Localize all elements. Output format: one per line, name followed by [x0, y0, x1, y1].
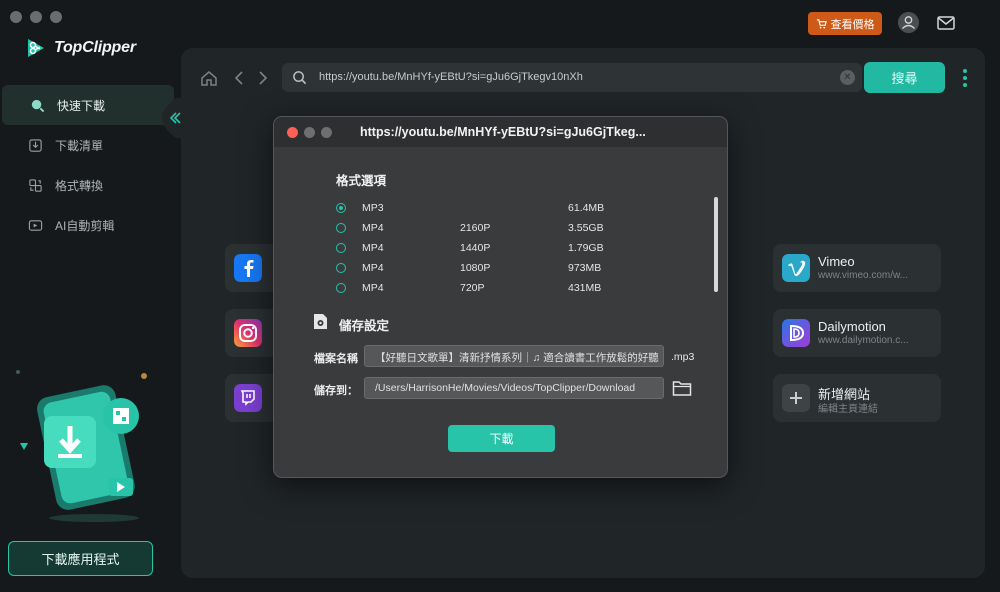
home-icon[interactable]: [200, 69, 218, 87]
format-option-row[interactable]: MP4 1080P 973MB: [336, 261, 676, 281]
format-option-row[interactable]: MP4 2160P 3.55GB: [336, 221, 676, 241]
radio-button[interactable]: [336, 203, 346, 213]
dailymotion-icon: [782, 319, 810, 347]
download-app-button[interactable]: 下載應用程式: [8, 541, 153, 576]
sidebar-item-ai-edit[interactable]: AI自動剪輯: [0, 205, 172, 245]
sidebar-item-format-convert[interactable]: 格式轉換: [0, 165, 172, 205]
sidebar-item-label: 格式轉換: [55, 178, 104, 193]
site-card-dailymotion[interactable]: Dailymotion www.dailymotion.c...: [773, 309, 941, 357]
dialog-titlebar: https://youtu.be/MnHYf-yEBtU?si=gJu6GjTk…: [274, 117, 727, 147]
clear-url-icon[interactable]: ✕: [840, 70, 855, 85]
format-section-title: 格式選項: [336, 174, 387, 188]
format-option-row[interactable]: MP4 1440P 1.79GB: [336, 241, 676, 261]
search-button[interactable]: 搜尋: [864, 62, 945, 93]
view-price-label: 查看價格: [830, 18, 875, 31]
filename-label: 檔案名稱: [314, 353, 358, 365]
promo-illustration: [16, 370, 147, 522]
dialog-close-button[interactable]: [287, 127, 298, 138]
forward-arrow-icon[interactable]: [256, 70, 270, 86]
save-section-title: 儲存設定: [339, 319, 390, 333]
folder-icon[interactable]: [672, 379, 692, 397]
radio-button[interactable]: [336, 223, 346, 233]
download-options-dialog: https://youtu.be/MnHYf-yEBtU?si=gJu6GjTk…: [273, 116, 728, 478]
sidebar-item-label: 下載清單: [55, 138, 104, 153]
format-list-scrollbar[interactable]: [714, 197, 718, 292]
format-option-row[interactable]: MP3 61.4MB: [336, 201, 676, 221]
twitch-icon: [234, 384, 262, 412]
sidebar-item-quick-download[interactable]: 快速下載: [2, 85, 174, 125]
download-tray-icon: [29, 138, 42, 152]
convert-icon: [29, 178, 42, 192]
url-bar[interactable]: https://youtu.be/MnHYf-yEBtU?si=gJu6GjTk…: [282, 63, 862, 92]
save-settings-icon: [314, 314, 327, 329]
format-option-row[interactable]: MP4 720P 431MB: [336, 281, 676, 301]
vimeo-icon: [782, 254, 810, 282]
user-icon[interactable]: [898, 12, 919, 33]
facebook-icon: [234, 254, 262, 282]
app-name: TopClipper: [54, 39, 136, 56]
radio-button[interactable]: [336, 243, 346, 253]
sidebar-item-label: 快速下載: [57, 98, 106, 113]
radio-button[interactable]: [336, 283, 346, 293]
cart-icon: [816, 19, 827, 29]
site-title: Vimeo: [818, 254, 855, 269]
site-url: 編輯主頁連結: [818, 404, 878, 415]
site-card-vimeo[interactable]: Vimeo www.vimeo.com/w...: [773, 244, 941, 292]
save-location-input[interactable]: /Users/HarrisonHe/Movies/Videos/TopClipp…: [364, 377, 664, 399]
site-url: www.dailymotion.c...: [818, 335, 909, 346]
site-url: www.vimeo.com/w...: [818, 270, 909, 281]
window-controls: [10, 11, 62, 23]
topclipper-logo-icon: [28, 39, 44, 57]
filename-input[interactable]: 【好聽日文歌單】清新抒情系列｜♫ 適合讀書工作放鬆的好聽: [364, 345, 664, 367]
site-title: Dailymotion: [818, 319, 886, 334]
view-price-button[interactable]: 查看價格: [808, 12, 882, 35]
ai-video-icon: [28, 219, 43, 231]
sidebar-item-label: AI自動剪輯: [55, 218, 115, 233]
search-icon: [31, 99, 45, 112]
plus-icon: [782, 384, 810, 412]
app-logo: TopClipper: [24, 36, 136, 60]
back-arrow-icon[interactable]: [232, 70, 246, 86]
mail-icon[interactable]: [936, 13, 956, 33]
filename-extension: .mp3: [671, 351, 695, 363]
window-minimize-button[interactable]: [30, 11, 42, 23]
url-input[interactable]: https://youtu.be/MnHYf-yEBtU?si=gJu6GjTk…: [319, 71, 583, 83]
dialog-zoom-button[interactable]: [321, 127, 332, 138]
radio-button[interactable]: [336, 263, 346, 273]
search-icon: [293, 71, 307, 85]
dialog-minimize-button[interactable]: [304, 127, 315, 138]
window-zoom-button[interactable]: [50, 11, 62, 23]
dialog-title: https://youtu.be/MnHYf-yEBtU?si=gJu6GjTk…: [360, 125, 646, 139]
instagram-icon: [234, 319, 262, 347]
site-card-add-site[interactable]: 新增網站 編輯主頁連結: [773, 374, 941, 422]
download-button[interactable]: 下載: [448, 425, 555, 452]
save-location-label: 儲存到：: [314, 385, 358, 397]
window-close-button[interactable]: [10, 11, 22, 23]
sidebar-item-download-list[interactable]: 下載清單: [0, 125, 172, 165]
more-options-icon[interactable]: [962, 68, 968, 88]
